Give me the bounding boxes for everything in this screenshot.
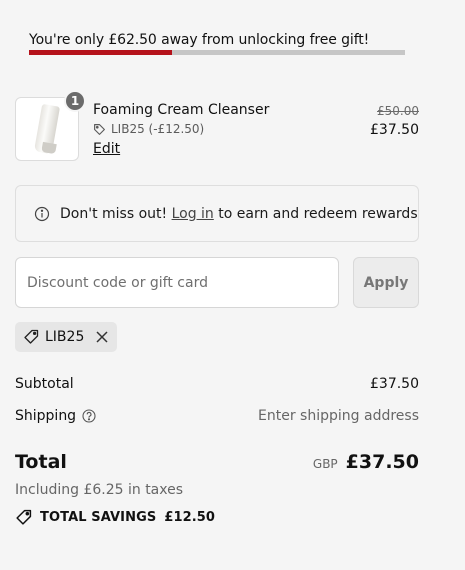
shipping-row-label: Shipping — [15, 408, 96, 424]
line-item-discount-label: LIB25 (-£12.50) — [111, 122, 205, 136]
login-link[interactable]: Log in — [172, 206, 214, 222]
product-name: Foaming Cream Cleanser — [93, 102, 270, 118]
gift-progress-fill — [29, 50, 172, 55]
info-icon — [34, 206, 50, 221]
tag-icon — [94, 123, 105, 135]
tag-icon — [16, 509, 32, 525]
line-item-discount: LIB25 (-£12.50) — [93, 122, 204, 136]
item-price: £37.50 — [370, 122, 419, 138]
rewards-notice-text: Don't miss out! Log in to earn and redee… — [60, 206, 418, 222]
edit-item-link[interactable]: Edit — [93, 141, 120, 157]
gift-progress-bar — [29, 50, 405, 55]
total-savings: TOTAL SAVINGS £12.50 — [15, 509, 215, 526]
close-icon[interactable] — [96, 331, 108, 343]
help-icon[interactable] — [82, 409, 96, 423]
subtotal-value: £37.50 — [370, 376, 419, 392]
taxes-note: Including £6.25 in taxes — [15, 482, 184, 498]
original-price: £50.00 — [377, 104, 419, 118]
applied-discount-chip: LIB25 — [15, 322, 118, 352]
apply-discount-button[interactable]: Apply — [353, 257, 419, 308]
quantity-badge: 1 — [64, 90, 86, 112]
tag-icon — [24, 329, 39, 344]
total-amount: £37.50 — [345, 451, 419, 473]
rewards-notice: Don't miss out! Log in to earn and redee… — [15, 185, 419, 242]
rewards-suffix: to earn and redeem rewards — [218, 205, 418, 222]
shipping-label: Shipping — [15, 408, 77, 424]
rewards-prefix: Don't miss out! — [60, 205, 168, 222]
savings-label: TOTAL SAVINGS — [40, 510, 157, 525]
shipping-value: Enter shipping address — [258, 408, 419, 424]
total-label: Total — [15, 451, 67, 473]
applied-code-label: LIB25 — [45, 329, 85, 345]
remove-discount-button[interactable] — [96, 331, 108, 343]
currency-code: GBP — [312, 457, 338, 471]
total-value-group: GBP £37.50 — [313, 451, 419, 473]
subtotal-label: Subtotal — [15, 376, 74, 392]
gift-progress-message: You're only £62.50 away from unlocking f… — [29, 32, 370, 48]
discount-code-input[interactable] — [15, 257, 339, 308]
savings-value: £12.50 — [164, 510, 216, 525]
